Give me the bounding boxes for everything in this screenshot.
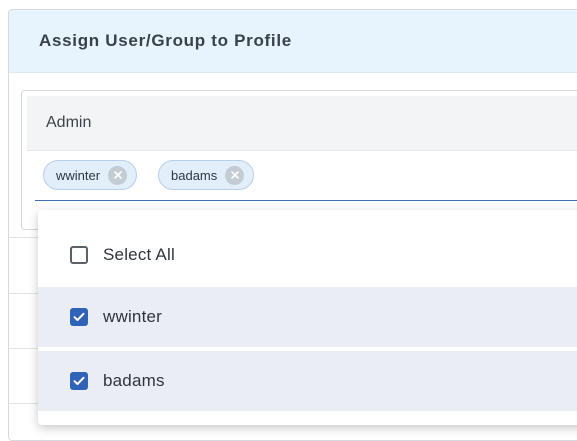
chip-badams: badams <box>158 160 255 190</box>
close-circle-icon[interactable] <box>225 165 245 185</box>
option-select-all[interactable]: Select All <box>38 225 577 285</box>
close-circle-icon[interactable] <box>108 165 128 185</box>
user-multiselect-input[interactable]: wwinter badams <box>35 158 577 201</box>
option-label: Select All <box>103 245 175 264</box>
option-badams[interactable]: badams <box>38 351 577 411</box>
checkbox-checked-icon[interactable] <box>70 372 88 390</box>
user-dropdown-list: Select All wwinter badams <box>38 210 577 425</box>
checkbox-checked-icon[interactable] <box>70 308 88 326</box>
chip-wwinter: wwinter <box>43 160 138 190</box>
profile-name: Admin <box>46 114 92 131</box>
chip-label: wwinter <box>56 167 101 183</box>
checkbox-unchecked-icon[interactable] <box>70 246 88 264</box>
option-label: badams <box>103 371 165 390</box>
option-wwinter[interactable]: wwinter <box>38 287 577 347</box>
option-label: wwinter <box>103 307 163 326</box>
panel-header: Assign User/Group to Profile <box>9 10 577 73</box>
profile-row[interactable]: Admin <box>27 96 577 151</box>
chip-label: badams <box>171 167 218 183</box>
panel-title: Assign User/Group to Profile <box>39 31 292 50</box>
